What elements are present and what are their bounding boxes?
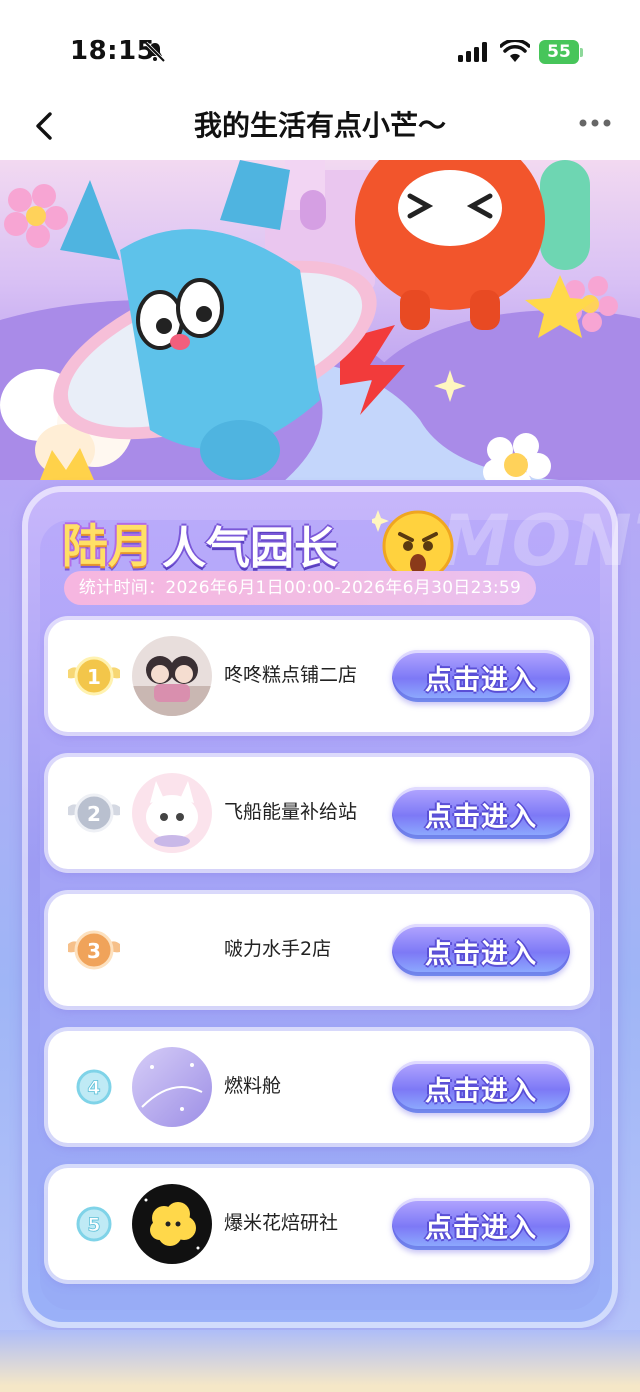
page-title: 我的生活有点小芒～ (193, 109, 446, 142)
leaderboard-row: 1 咚咚糕点铺二店 点击进入 (48, 620, 590, 732)
enter-button[interactable]: 点击进入 (392, 650, 570, 702)
rank-3-badge-icon: 3 (68, 930, 120, 970)
enter-button[interactable]: 点击进入 (392, 924, 570, 976)
battery-tip (580, 48, 583, 57)
enter-button-label: 点击进入 (425, 802, 537, 833)
leaderboard-row: 5 爆米花焙研社 点击进入 (48, 1168, 590, 1280)
hero-illustration (0, 160, 640, 500)
enter-button[interactable]: 点击进入 (392, 787, 570, 839)
enter-button[interactable]: 点击进入 (392, 1198, 570, 1250)
rank-5-badge-icon: 5 (76, 1206, 112, 1242)
store-avatar (132, 1184, 212, 1264)
bell-muted-icon (144, 41, 166, 63)
rank-number: 1 (87, 665, 101, 689)
leaderboard-row: 4 燃料舱 点击进入 (48, 1031, 590, 1143)
hero-banner (0, 160, 640, 500)
nav-bar: 我的生活有点小芒～ (0, 100, 640, 160)
signal-icon (458, 42, 487, 62)
rank-number: 4 (87, 1077, 100, 1099)
more-dots-icon[interactable] (578, 116, 612, 130)
rank-number: 3 (87, 939, 101, 963)
rank-4-badge-icon: 4 (76, 1069, 112, 1105)
status-bar: 18:15 55 (0, 0, 640, 100)
store-name: 咚咚糕点铺二店 (224, 664, 358, 686)
store-name: 燃料舱 (224, 1075, 282, 1097)
enter-button-label: 点击进入 (425, 1213, 537, 1244)
rank-number: 5 (87, 1214, 100, 1236)
panel-watermark: MONTH (440, 500, 640, 582)
enter-button-label: 点击进入 (425, 1076, 537, 1107)
store-avatar (132, 1047, 212, 1127)
store-name: 飞船能量补给站 (224, 801, 358, 823)
enter-button-label: 点击进入 (425, 665, 537, 696)
store-avatar (132, 773, 212, 853)
next-section-peek (0, 1330, 640, 1392)
enter-button-label: 点击进入 (425, 939, 537, 970)
statistics-period: 统计时间：2026年6月1日00:00-2026年6月30日23:59 (64, 571, 536, 605)
battery-icon: 55 (539, 40, 579, 64)
enter-button[interactable]: 点击进入 (392, 1061, 570, 1113)
store-avatar (132, 636, 212, 716)
rank-number: 2 (87, 802, 101, 826)
wifi-icon (500, 40, 530, 62)
leaderboard-row: 2 飞船能量补给站 点击进入 (48, 757, 590, 869)
store-name: 爆米花焙研社 (224, 1212, 339, 1234)
rank-2-badge-icon: 2 (68, 793, 120, 833)
leaderboard-row: 3 啵力水手2店 点击进入 (48, 894, 590, 1006)
title-month: 陆月 (62, 519, 154, 573)
store-name: 啵力水手2店 (224, 938, 332, 960)
title-text: 人气园长 (162, 523, 338, 574)
rank-1-badge-icon: 1 (68, 656, 120, 696)
